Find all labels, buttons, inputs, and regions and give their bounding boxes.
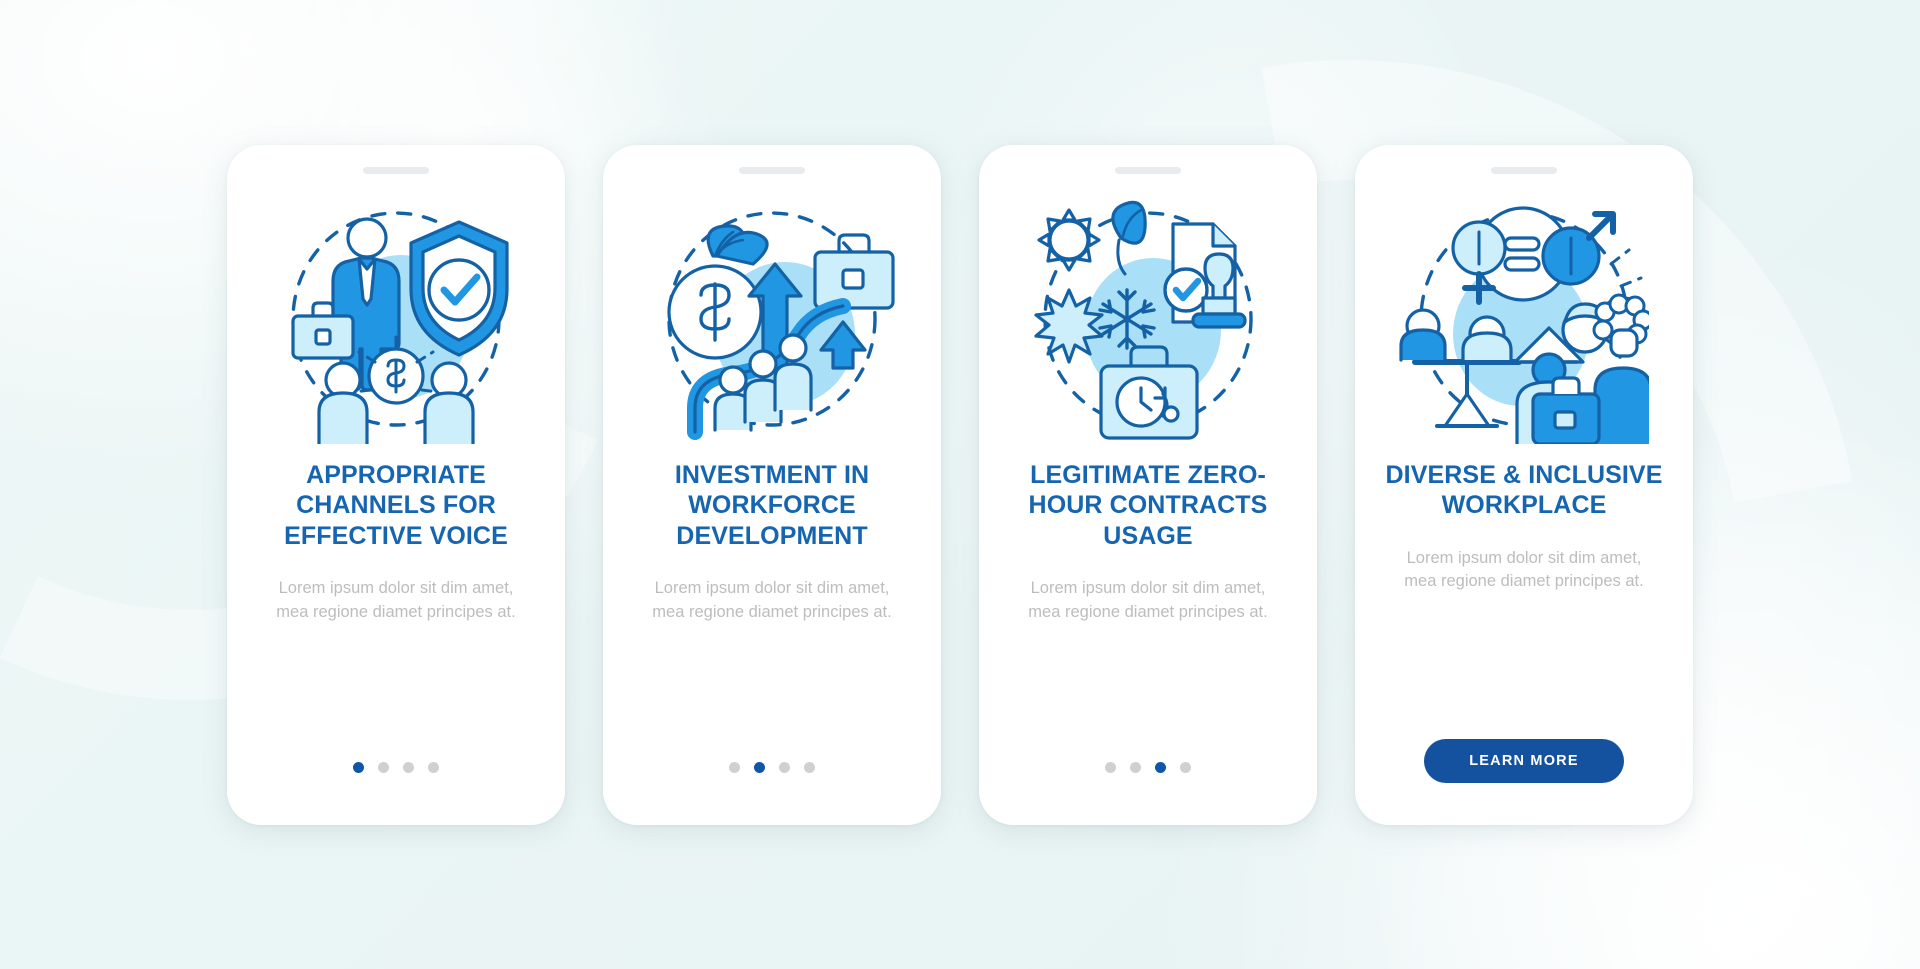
pagination-dot-2[interactable]	[754, 761, 765, 773]
onboarding-card-3[interactable]: LEGITIMATE ZERO-HOUR CONTRACTS USAGE Lor…	[979, 144, 1317, 825]
card-description: Lorem ipsum dolor sit dim amet, mea regi…	[276, 579, 516, 621]
pagination-dot-4[interactable]	[428, 761, 439, 773]
zero-hour-contracts-illustration	[998, 184, 1298, 454]
onboarding-card-4[interactable]: DIVERSE & INCLUSIVE WORKPLACE Lorem ipsu…	[1355, 144, 1693, 825]
phone-speaker-bar	[1115, 166, 1181, 174]
card-title: LEGITIMATE ZERO-HOUR CONTRACTS USAGE	[1028, 460, 1268, 550]
pagination-dot-3[interactable]	[1155, 761, 1166, 773]
card-description: Lorem ipsum dolor sit dim amet, mea regi…	[652, 579, 892, 621]
pagination-dot-3[interactable]	[403, 761, 414, 773]
learn-more-button[interactable]: LEARN MORE	[1424, 738, 1624, 783]
pagination-dot-3[interactable]	[779, 761, 790, 773]
card-title: INVESTMENT IN WORKFORCE DEVELOPMENT	[674, 460, 870, 550]
card-description: Lorem ipsum dolor sit dim amet, mea regi…	[1404, 548, 1644, 591]
workforce-investment-illustration	[622, 184, 922, 454]
phone-card-row: APPROPRIATE CHANNELS FOR EFFECTIVE VOICE…	[0, 0, 1920, 969]
pagination-dot-4[interactable]	[804, 761, 815, 773]
pagination-dots[interactable]	[353, 761, 439, 773]
pagination-dots[interactable]	[729, 761, 815, 773]
phone-speaker-bar	[1491, 166, 1557, 174]
card-title: APPROPRIATE CHANNELS FOR EFFECTIVE VOICE	[284, 460, 508, 550]
pagination-dots[interactable]	[1105, 761, 1191, 773]
onboarding-card-1[interactable]: APPROPRIATE CHANNELS FOR EFFECTIVE VOICE…	[227, 144, 565, 825]
phone-speaker-bar	[739, 166, 805, 174]
onboarding-screens-mockup: APPROPRIATE CHANNELS FOR EFFECTIVE VOICE…	[0, 0, 1920, 969]
pagination-dot-1[interactable]	[729, 761, 740, 773]
pagination-dot-2[interactable]	[1130, 761, 1141, 773]
phone-speaker-bar	[363, 166, 429, 174]
card-title: DIVERSE & INCLUSIVE WORKPLACE	[1385, 460, 1663, 520]
pagination-dot-1[interactable]	[353, 761, 364, 773]
pagination-dot-2[interactable]	[378, 761, 389, 773]
pagination-dot-1[interactable]	[1105, 761, 1116, 773]
onboarding-card-2[interactable]: INVESTMENT IN WORKFORCE DEVELOPMENT Lore…	[603, 144, 941, 825]
card-description: Lorem ipsum dolor sit dim amet, mea regi…	[1028, 579, 1268, 621]
diverse-workplace-illustration	[1374, 184, 1674, 454]
appropriate-channels-illustration	[246, 184, 546, 454]
pagination-dot-4[interactable]	[1180, 761, 1191, 773]
